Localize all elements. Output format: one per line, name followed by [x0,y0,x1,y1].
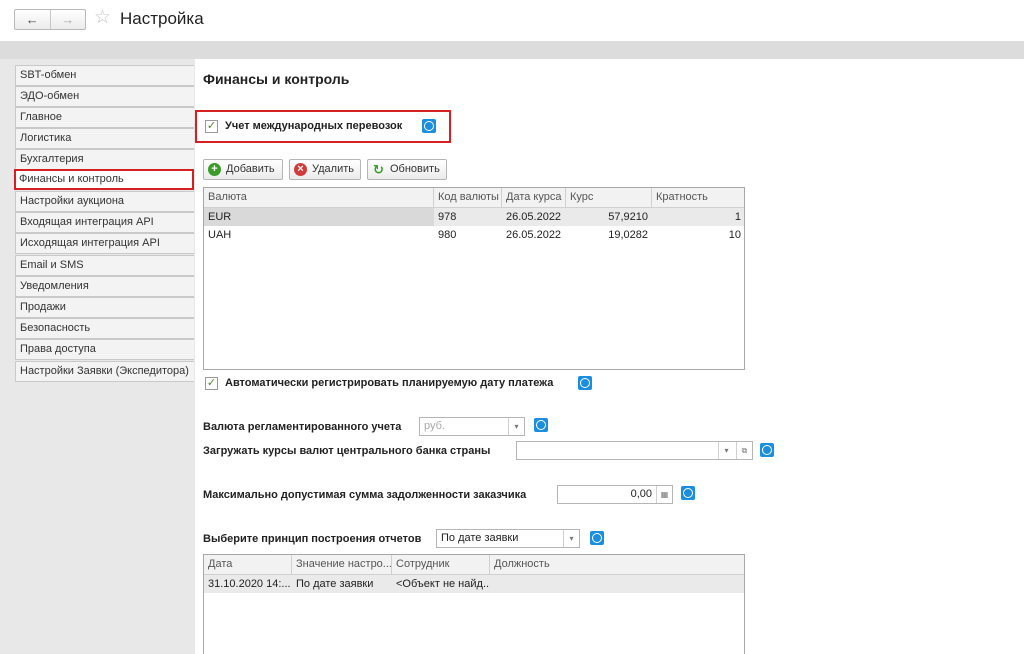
sidebar-item-email-sms[interactable]: Email и SMS [15,255,194,276]
sidebar: SBT-обмен ЭДО-обмен Главное Логистика Бу… [0,59,195,654]
command-bar [0,41,1024,59]
calculator-icon[interactable]: ▦ [656,486,672,503]
add-button-label: Добавить [226,163,275,175]
table-cell: 26.05.2022 [506,211,562,223]
table-cell: 978 [438,211,457,223]
nav-buttons: ← → [14,9,86,30]
table-row[interactable]: 31.10.2020 14:... По дате заявки <Объект… [204,575,744,593]
back-button[interactable]: ← [15,10,50,29]
chevron-down-icon[interactable]: ▾ [718,442,734,459]
table-cell: 1 [734,211,741,223]
table-cell: По дате заявки [296,578,374,590]
sidebar-item-order-settings[interactable]: Настройки Заявки (Экспедитора) [15,361,194,382]
back-arrow-icon: ← [25,12,39,27]
sidebar-item-auction[interactable]: Настройки аукциона [15,191,194,212]
column-header[interactable]: Курс [566,188,652,208]
table-cell: 26.05.2022 [506,229,562,241]
add-button[interactable]: + Добавить [203,159,283,180]
sidebar-item-sales[interactable]: Продажи [15,297,194,318]
cb-rates-label: Загружать курсы валют центрального банка… [203,445,491,457]
table-row[interactable]: EUR 978 26.05.2022 57,9210 1 [204,208,744,226]
sidebar-item-edo[interactable]: ЭДО-обмен [15,86,194,107]
delete-button-label: Удалить [312,163,354,175]
column-header[interactable]: Код валюты [434,188,502,208]
sidebar-item-logistics[interactable]: Логистика [15,128,194,149]
delete-button[interactable]: × Удалить [289,159,361,180]
sidebar-item-notifications[interactable]: Уведомления [15,276,194,297]
column-header[interactable]: Дата [204,555,292,575]
table-cell: 57,9210 [608,211,648,223]
column-header[interactable]: Дата курса [502,188,566,208]
sidebar-item-security[interactable]: Безопасность [15,318,194,339]
page-title: Настройка [120,9,204,28]
delete-icon: × [294,163,307,176]
sidebar-item-main[interactable]: Главное [15,107,194,128]
table-row[interactable]: UAH 980 26.05.2022 19,0282 10 [204,226,744,244]
table-cell: 19,0282 [608,229,648,241]
cb-rates-field[interactable]: ▾ ⧉ [516,441,753,460]
help-icon[interactable] [590,531,604,545]
chevron-down-icon[interactable]: ▾ [563,530,579,547]
max-debt-label: Максимально допустимая сумма задолженнос… [203,489,527,501]
sidebar-item-incoming-api[interactable]: Входящая интеграция API [15,212,194,233]
intl-checkbox-label: Учет международных перевозок [225,120,403,132]
help-icon[interactable] [681,486,695,500]
title-bar: ← → ☆ Настройка [0,0,1024,40]
table-cell: EUR [204,208,434,226]
auto-date-label: Автоматически регистрировать планируемую… [225,377,554,389]
intl-checkbox[interactable]: ✓ [205,120,218,133]
sidebar-item-sbt[interactable]: SBT-обмен [15,65,194,86]
column-header[interactable]: Валюта [204,188,434,208]
column-header[interactable]: Сотрудник [392,555,490,575]
refresh-icon: ↻ [373,162,384,177]
column-header[interactable]: Кратность [652,188,745,208]
report-principle-value: По дате заявки [441,532,519,544]
sidebar-item-accounting[interactable]: Бухгалтерия [15,149,194,170]
reg-currency-select[interactable]: руб. ▾ [419,417,525,436]
table-cell: <Объект не найд... [396,578,490,590]
history-table-header: Дата Значение настро... Сотрудник Должно… [204,555,744,575]
history-table[interactable]: Дата Значение настро... Сотрудник Должно… [203,554,745,654]
report-principle-select[interactable]: По дате заявки ▾ [436,529,580,548]
currency-table-header: Валюта Код валюты Дата курса Курс Кратно… [204,188,744,208]
sidebar-item-finance[interactable]: Финансы и контроль [14,169,194,190]
table-cell [490,575,745,593]
max-debt-value: 0,00 [630,488,652,500]
table-cell: 10 [728,229,741,241]
help-icon[interactable] [578,376,592,390]
sidebar-item-outgoing-api[interactable]: Исходящая интеграция API [15,233,194,254]
help-icon[interactable] [422,119,436,133]
forward-arrow-icon: → [61,12,75,27]
help-icon[interactable] [534,418,548,432]
help-icon[interactable] [760,443,774,457]
refresh-button[interactable]: ↻ Обновить [367,159,447,180]
report-principle-label: Выберите принцип построения отчетов [203,533,422,545]
column-header[interactable]: Должность [490,555,745,575]
table-cell: 980 [438,229,457,241]
table-cell: UAH [208,229,232,241]
plus-icon: + [208,163,221,176]
chevron-down-icon[interactable]: ▾ [508,418,524,435]
section-title: Финансы и контроль [203,71,350,87]
max-debt-field[interactable]: 0,00 ▦ [557,485,673,504]
currency-table[interactable]: Валюта Код валюты Дата курса Курс Кратно… [203,187,745,370]
table-cell: 31.10.2020 14:... [208,578,291,590]
refresh-button-label: Обновить [390,163,440,175]
reg-currency-label: Валюта регламентированного учета [203,421,402,433]
reg-currency-value: руб. [424,420,445,432]
favorite-star-icon[interactable]: ☆ [94,8,111,28]
forward-button[interactable]: → [49,10,86,29]
main-panel: Финансы и контроль ✓ Учет международных … [195,59,1024,654]
column-header[interactable]: Значение настро... [292,555,392,575]
open-icon[interactable]: ⧉ [736,442,752,459]
auto-date-checkbox[interactable]: ✓ [205,377,218,390]
sidebar-item-access-rights[interactable]: Права доступа [15,339,194,360]
